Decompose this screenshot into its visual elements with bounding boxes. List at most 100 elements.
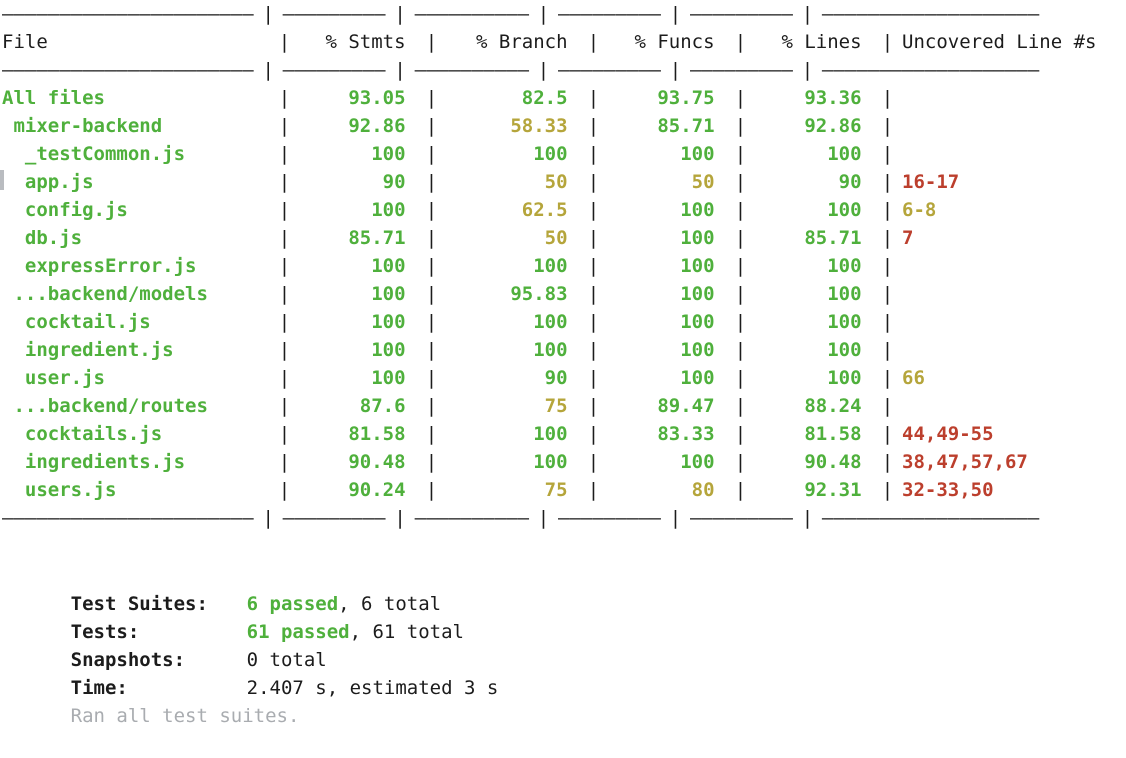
- cell-divider: |: [881, 395, 894, 417]
- cell-divider: |: [881, 451, 894, 473]
- cell-funcs: 100: [680, 367, 726, 389]
- summary-label-test-suites: Test Suites:: [70, 593, 208, 615]
- table-row: cocktails.js | 81.58 | 100 | 83.33 | 81.58 | 4…: [2, 420, 1126, 448]
- cell-divider: |: [425, 311, 438, 333]
- cell-branch: 100: [533, 423, 579, 445]
- cell-divider: |: [734, 423, 747, 445]
- test-summary: Test Suites: 6 passed, 6 total Tests: 61 p…: [2, 562, 1122, 727]
- cell-divider: |: [881, 367, 894, 389]
- cell-lines: 100: [827, 283, 873, 305]
- cell-file: ...backend/routes: [2, 395, 208, 417]
- cell-divider: |: [278, 339, 291, 361]
- cell-stmts: 87.6: [359, 395, 417, 417]
- cell-divider: |: [734, 395, 747, 417]
- cell-divider: |: [425, 451, 438, 473]
- cell-divider: |: [425, 283, 438, 305]
- cell-divider: |: [587, 479, 600, 501]
- cell-divider: |: [587, 115, 600, 137]
- cell-file: db.js: [2, 227, 83, 249]
- cell-funcs: 100: [680, 199, 726, 221]
- cell-branch: 75: [544, 395, 579, 417]
- cell-lines: 90: [838, 171, 873, 193]
- cell-uncovered: 16-17: [902, 171, 960, 193]
- cell-lines: 93.36: [804, 87, 873, 109]
- cell-lines: 85.71: [804, 227, 873, 249]
- cell-divider: |: [425, 115, 438, 137]
- cell-divider: |: [881, 311, 894, 333]
- cell-divider: |: [425, 395, 438, 417]
- cell-divider: |: [278, 227, 291, 249]
- cell-divider: |: [425, 227, 438, 249]
- cell-file: mixer-backend: [2, 115, 163, 137]
- cell-divider: |: [587, 283, 600, 305]
- column-header-lines: % Lines: [781, 31, 873, 53]
- cell-file: ingredients.js: [2, 451, 186, 473]
- summary-time-value: 2.407 s, estimated 3 s: [246, 677, 499, 699]
- cell-uncovered: 6-8: [902, 199, 937, 221]
- cell-funcs: 83.33: [657, 423, 726, 445]
- table-separator-header: —————————————————————— | ————————— | ———————…: [2, 59, 1040, 81]
- cell-divider: |: [278, 423, 291, 445]
- table-row: user.js | 100 | 90 | 100 | 100 | 66: [2, 364, 1126, 392]
- cell-divider: |: [587, 87, 600, 109]
- table-row: ingredient.js | 100 | 100 | 100 | 100 |: [2, 336, 1126, 364]
- cell-divider: |: [734, 143, 747, 165]
- terminal-output: —————————————————————— | ————————— | ———————…: [0, 0, 1126, 727]
- table-row: app.js | 90 | 50 | 50 | 90 | 16-17: [2, 168, 1126, 196]
- cell-branch: 100: [533, 339, 579, 361]
- column-divider: |: [734, 31, 747, 53]
- cell-branch: 100: [533, 451, 579, 473]
- column-header-file: File: [2, 31, 231, 53]
- cell-divider: |: [587, 423, 600, 445]
- cell-stmts: 100: [371, 255, 417, 277]
- cell-file: _testCommon.js: [2, 143, 186, 165]
- table-row: config.js | 100 | 62.5 | 100 | 100 | 6-8: [2, 196, 1126, 224]
- cell-divider: |: [734, 367, 747, 389]
- cell-divider: |: [881, 479, 894, 501]
- cell-divider: |: [587, 367, 600, 389]
- cell-divider: |: [734, 199, 747, 221]
- cell-divider: |: [425, 143, 438, 165]
- cell-funcs: 89.47: [657, 395, 726, 417]
- cell-divider: |: [881, 339, 894, 361]
- column-header-uncovered: Uncovered Line #s: [902, 31, 1097, 53]
- column-divider: |: [278, 31, 291, 53]
- cell-divider: |: [734, 283, 747, 305]
- cell-file: config.js: [2, 199, 128, 221]
- cell-funcs: 100: [680, 283, 726, 305]
- cell-divider: |: [278, 479, 291, 501]
- summary-tests-passed: 61 passed: [246, 621, 350, 643]
- cell-divider: |: [734, 311, 747, 333]
- cell-divider: |: [587, 171, 600, 193]
- cell-divider: |: [881, 255, 894, 277]
- summary-tests-total: , 61 total: [349, 621, 464, 643]
- cell-divider: |: [734, 171, 747, 193]
- cell-stmts: 90.24: [348, 479, 417, 501]
- coverage-table: —————————————————————— | ————————— | ———————…: [2, 0, 1126, 532]
- cell-divider: |: [734, 87, 747, 109]
- cell-lines: 100: [827, 339, 873, 361]
- cell-file: ingredient.js: [2, 339, 174, 361]
- cell-stmts: 100: [371, 367, 417, 389]
- cell-uncovered: 7: [902, 227, 914, 249]
- cell-divider: |: [425, 367, 438, 389]
- cell-branch: 75: [544, 479, 579, 501]
- cell-funcs: 100: [680, 311, 726, 333]
- cell-divider: |: [881, 423, 894, 445]
- cell-divider: |: [881, 199, 894, 221]
- cell-divider: |: [587, 395, 600, 417]
- table-row: All files | 93.05 | 82.5 | 93.75 | 93.36 |: [2, 84, 1126, 112]
- table-row: users.js | 90.24 | 75 | 80 | 92.31 | 32-33,50: [2, 476, 1126, 504]
- cell-stmts: 100: [371, 199, 417, 221]
- cell-divider: |: [425, 171, 438, 193]
- column-divider: |: [587, 31, 600, 53]
- summary-label-snapshots: Snapshots:: [70, 649, 186, 671]
- cell-file: cocktail.js: [2, 311, 151, 333]
- table-row: mixer-backend | 92.86 | 58.33 | 85.71 | 92.86…: [2, 112, 1126, 140]
- table-row: cocktail.js | 100 | 100 | 100 | 100 |: [2, 308, 1126, 336]
- cell-file: user.js: [2, 367, 105, 389]
- table-row: ingredients.js | 90.48 | 100 | 100 | 90.48 | 3…: [2, 448, 1126, 476]
- cell-divider: |: [587, 227, 600, 249]
- cell-divider: |: [278, 367, 291, 389]
- cell-divider: |: [734, 339, 747, 361]
